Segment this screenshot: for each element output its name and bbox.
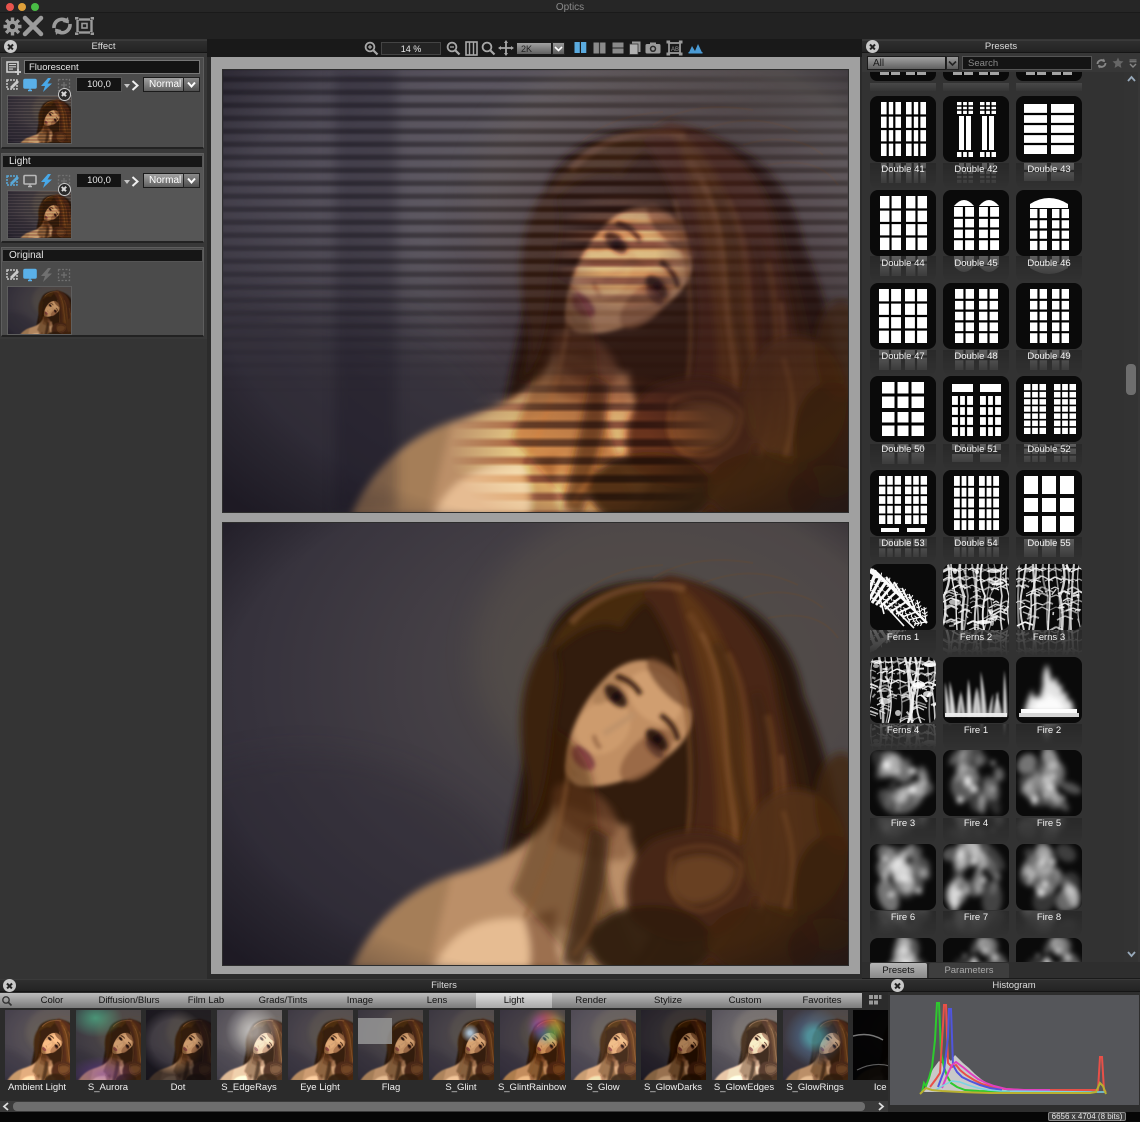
svg-text:AB: AB [671,47,679,53]
